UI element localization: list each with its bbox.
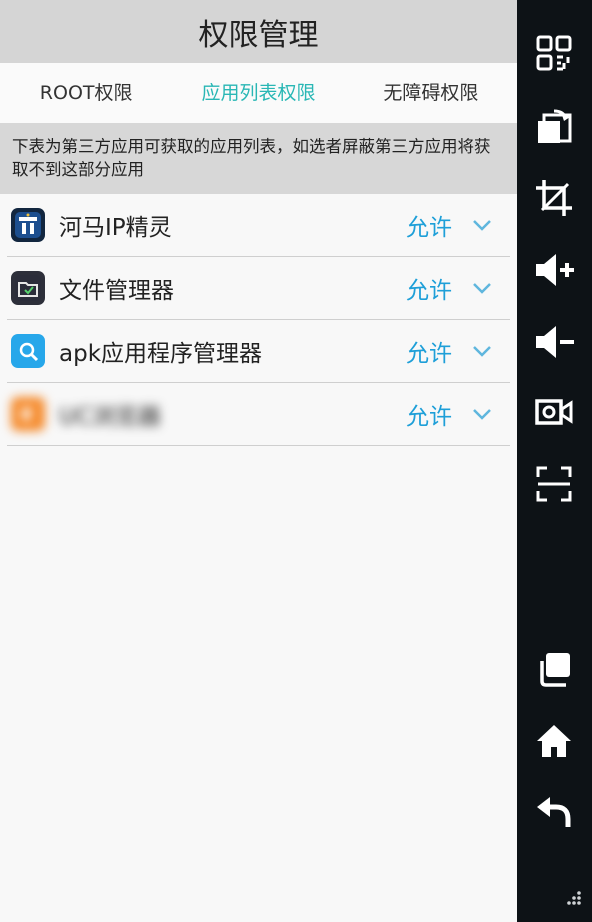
chevron-down-icon [473, 220, 491, 231]
tab-bar: ROOT权限 应用列表权限 无障碍权限 [0, 63, 517, 123]
chevron-down-icon [473, 409, 491, 420]
volume-up-icon[interactable] [531, 247, 577, 293]
app-name: apk应用程序管理器 [59, 341, 263, 367]
scan-frame-icon[interactable] [531, 461, 577, 507]
permission-value: 允许 [406, 215, 452, 241]
chevron-down-icon [473, 283, 491, 294]
title-bar: 权限管理 [0, 0, 517, 63]
list-item[interactable]: 河马IP精灵 允许 [7, 194, 510, 257]
chevron-down-icon [473, 346, 491, 357]
permission-value: 允许 [406, 341, 452, 367]
file-manager-app-icon [11, 271, 45, 305]
tab-accessibility-permission[interactable]: 无障碍权限 [345, 63, 517, 123]
list-item[interactable]: UC浏览器 允许 [7, 383, 510, 446]
resize-grip-icon[interactable] [557, 878, 587, 918]
permission-dropdown[interactable]: 允许 [406, 208, 492, 242]
app-name: 文件管理器 [59, 278, 174, 304]
volume-down-icon[interactable] [531, 319, 577, 365]
video-record-icon[interactable] [531, 389, 577, 435]
app-name: UC浏览器 [59, 404, 161, 430]
tab-root-permission[interactable]: ROOT权限 [0, 63, 172, 123]
permission-value: 允许 [406, 404, 452, 430]
floating-toolbar [517, 0, 592, 922]
apk-manager-app-icon [11, 334, 45, 368]
crop-icon[interactable] [531, 175, 577, 221]
permission-dropdown[interactable]: 允许 [406, 397, 492, 431]
qr-code-icon[interactable] [531, 30, 577, 76]
tab-app-list-permission[interactable]: 应用列表权限 [172, 63, 344, 123]
permission-dropdown[interactable]: 允许 [406, 334, 492, 368]
hema-ip-app-icon [11, 208, 45, 242]
app-list: 河马IP精灵 允许 文件管理器 允许 apk应用程序管理器 允许 UC浏览器 允… [0, 194, 517, 446]
notice-text: 下表为第三方应用可获取的应用列表，如选者屏蔽第三方应用将获取不到这部分应用 [0, 123, 517, 194]
page-title: 权限管理 [198, 17, 319, 53]
main-panel: 权限管理 ROOT权限 应用列表权限 无障碍权限 下表为第三方应用可获取的应用列… [0, 0, 517, 922]
permission-value: 允许 [406, 278, 452, 304]
uc-browser-app-icon [11, 397, 45, 431]
list-item[interactable]: 文件管理器 允许 [7, 257, 510, 320]
screen-rotate-icon[interactable] [531, 104, 577, 150]
back-icon[interactable] [531, 790, 577, 836]
list-item[interactable]: apk应用程序管理器 允许 [7, 320, 510, 383]
permission-dropdown[interactable]: 允许 [406, 271, 492, 305]
recent-apps-icon[interactable] [531, 646, 577, 692]
home-icon[interactable] [531, 718, 577, 764]
app-name: 河马IP精灵 [59, 215, 172, 241]
